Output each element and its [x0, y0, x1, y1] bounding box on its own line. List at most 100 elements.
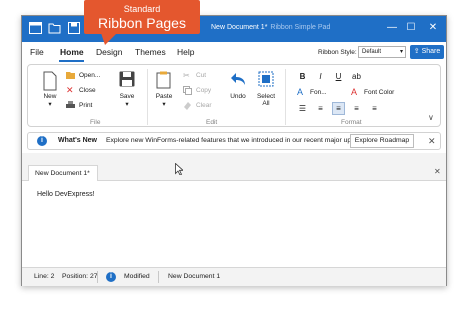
- scissors-icon: ✂: [183, 71, 190, 80]
- file-group-label: File: [90, 119, 101, 126]
- share-button[interactable]: ⇪ Share: [410, 45, 444, 59]
- explore-roadmap-button[interactable]: Explore Roadmap: [350, 134, 414, 148]
- ribbon-style-value: Default: [362, 49, 382, 55]
- undo-button[interactable]: Undo: [226, 71, 250, 100]
- printer-icon: [66, 101, 75, 110]
- italic-button[interactable]: I: [315, 71, 326, 82]
- document-close-icon[interactable]: ✕: [434, 167, 441, 176]
- status-separator: [97, 271, 98, 283]
- print-button[interactable]: Print: [66, 101, 92, 110]
- underline-button[interactable]: U: [333, 71, 344, 82]
- save-dropdown-icon: ▾: [125, 101, 129, 108]
- font-label: Fon...: [310, 89, 327, 96]
- clipboard-icon: [156, 71, 172, 89]
- eraser-icon: [183, 101, 192, 110]
- close-label: Close: [79, 87, 96, 94]
- save-icon[interactable]: [67, 22, 80, 34]
- formatting-icon[interactable]: ab: [351, 71, 362, 82]
- group-separator: [285, 69, 286, 125]
- font-icon: A: [297, 87, 304, 97]
- clear-button[interactable]: Clear: [183, 101, 212, 110]
- ribbon-style-label: Ribbon Style:: [318, 49, 357, 56]
- document-tabs: New Document 1* ✕: [22, 165, 446, 182]
- app-root: New Document 1* Ribbon Simple Pad — ☐ ✕ F…: [0, 0, 474, 310]
- undo-icon: [230, 71, 246, 87]
- close-button[interactable]: ✕: [426, 21, 440, 35]
- app-subtitle: Ribbon Simple Pad: [270, 24, 331, 31]
- close-doc-button[interactable]: ✕ Close: [66, 86, 96, 95]
- chevron-down-icon: ▾: [399, 49, 403, 55]
- status-modified: Modified: [124, 273, 150, 280]
- copy-button[interactable]: Copy: [183, 86, 211, 95]
- paste-button[interactable]: Paste ▾: [153, 71, 175, 108]
- minimize-button[interactable]: —: [385, 21, 399, 35]
- ribbon-tabs: File Home Design Themes Help Ribbon Styl…: [22, 42, 446, 62]
- align-right-icon[interactable]: ≡: [369, 103, 380, 114]
- bullets-icon[interactable]: ☰: [297, 103, 308, 114]
- folder-icon: [66, 71, 75, 80]
- save-button[interactable]: Save ▾: [116, 71, 138, 108]
- ribbon-panel: New ▾ Open... ✕ Close Print Save ▾ File P…: [27, 64, 441, 127]
- status-document: New Document 1: [168, 273, 221, 280]
- font-color-icon: A: [351, 87, 358, 97]
- callout-pointer: [101, 33, 117, 45]
- collapse-ribbon-icon[interactable]: ∨: [428, 113, 434, 122]
- ribbon-pages-callout: Standard Ribbon Pages: [84, 0, 200, 34]
- all-label: All: [262, 100, 270, 107]
- status-separator: [158, 271, 159, 283]
- modified-info-icon: i: [106, 272, 116, 282]
- select-all-icon: [258, 71, 274, 87]
- new-label: New: [43, 93, 57, 100]
- new-dropdown-icon: ▾: [48, 101, 52, 108]
- open-button[interactable]: Open...: [66, 71, 100, 80]
- active-tab-indicator: [59, 60, 84, 62]
- tab-design[interactable]: Design: [96, 47, 122, 57]
- maximize-button[interactable]: ☐: [404, 21, 418, 35]
- select-all-button[interactable]: Select All: [254, 71, 278, 107]
- select-label: Select: [256, 93, 276, 100]
- clear-label: Clear: [196, 102, 212, 109]
- tab-help[interactable]: Help: [177, 47, 194, 57]
- share-icon: ⇪: [413, 48, 422, 55]
- share-label: Share: [421, 48, 441, 55]
- status-bar: Line: 2 Position: 27 i Modified New Docu…: [22, 267, 446, 286]
- ribbon-style-select[interactable]: Default ▾: [358, 46, 406, 58]
- copy-icon: [183, 86, 192, 95]
- text-editor[interactable]: Hello DevExpress!: [22, 181, 446, 267]
- editor-content: Hello DevExpress!: [37, 191, 95, 198]
- tab-themes[interactable]: Themes: [135, 47, 166, 57]
- align-center-icon[interactable]: ≡: [351, 103, 362, 114]
- copy-label: Copy: [196, 87, 212, 94]
- paste-label: Paste: [155, 93, 173, 100]
- open-icon[interactable]: [48, 22, 61, 34]
- info-close-icon[interactable]: ✕: [428, 136, 436, 147]
- edit-group-label: Edit: [206, 119, 218, 126]
- document-tab[interactable]: New Document 1*: [28, 165, 98, 182]
- format-group-label: Format: [341, 119, 362, 126]
- bold-button[interactable]: B: [297, 71, 308, 82]
- close-icon: ✕: [66, 85, 74, 95]
- info-text: Explore new WinForms-related features th…: [106, 137, 367, 144]
- info-icon: i: [37, 136, 47, 146]
- status-line: Line: 2: [34, 273, 55, 280]
- align-left-icon[interactable]: ≡: [332, 102, 345, 115]
- window-title: New Document 1* Ribbon Simple Pad: [211, 24, 330, 31]
- workspace-gap: [22, 153, 446, 165]
- group-separator: [147, 69, 148, 125]
- new-button[interactable]: New ▾: [40, 71, 60, 108]
- tab-file[interactable]: File: [30, 47, 44, 57]
- save-label: Save: [119, 93, 135, 100]
- tab-home[interactable]: Home: [60, 47, 84, 57]
- cut-label: Cut: [196, 72, 207, 79]
- font-button[interactable]: A Fon...: [297, 88, 327, 97]
- cut-button[interactable]: ✂ Cut: [183, 71, 206, 80]
- font-color-label: Font Color: [364, 89, 395, 96]
- callout-line1: Standard: [123, 4, 161, 14]
- numbering-icon[interactable]: ≡: [315, 103, 326, 114]
- new-document-icon: [42, 71, 58, 91]
- callout-line2: Ribbon Pages: [98, 15, 186, 31]
- open-label: Open...: [79, 72, 101, 79]
- font-color-button[interactable]: A Font Color: [351, 88, 394, 97]
- document-title: New Document 1*: [211, 24, 268, 31]
- floppy-icon: [119, 71, 135, 87]
